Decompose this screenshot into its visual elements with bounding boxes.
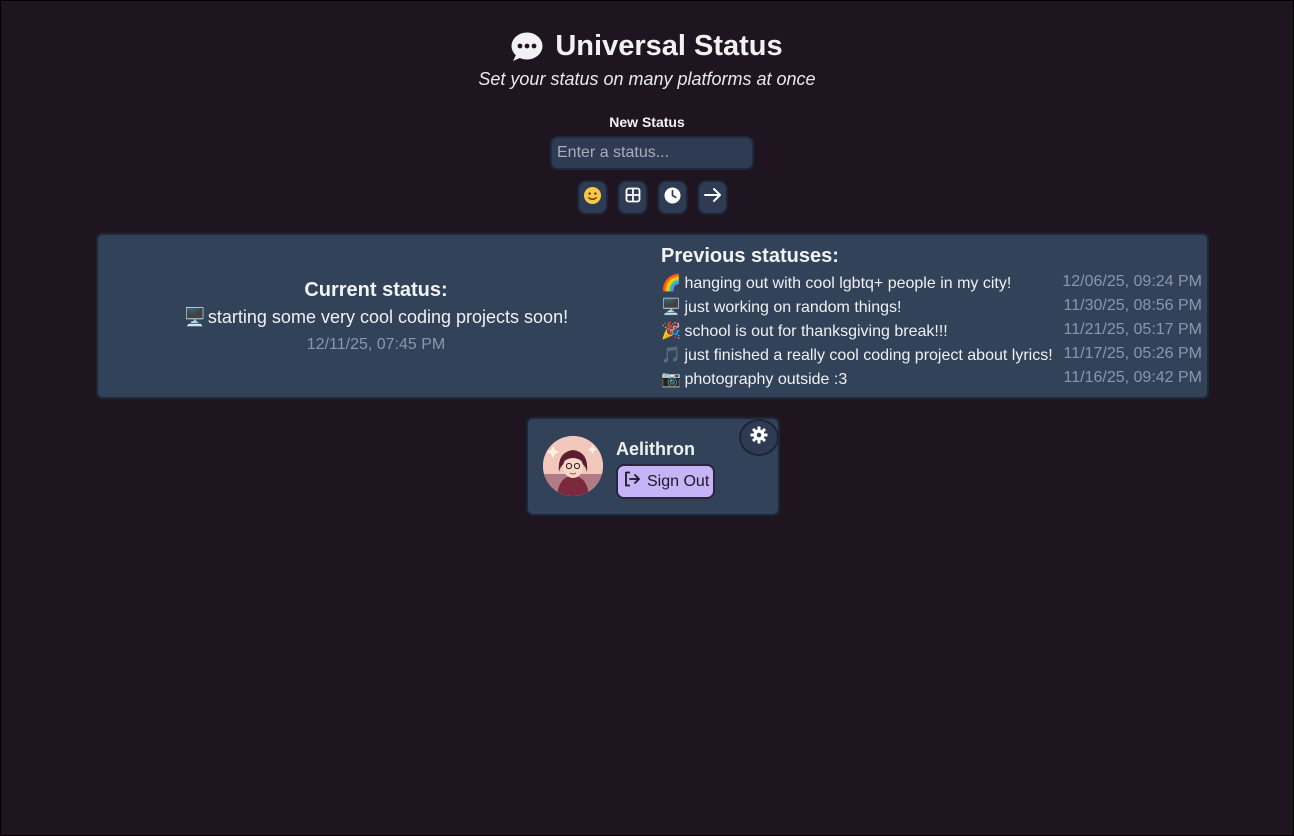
status-input[interactable] <box>550 136 754 170</box>
list-item-time: 11/16/25, 09:42 PM <box>1063 369 1202 386</box>
new-status-section: New Status <box>0 114 1294 130</box>
current-status-heading: Current status: <box>304 279 448 301</box>
list-item-text: just finished a really cool coding proje… <box>684 347 1053 364</box>
previous-statuses-heading: Previous statuses: <box>661 245 839 267</box>
submit-button[interactable] <box>697 180 728 215</box>
current-status-time: 12/11/25, 07:45 PM <box>306 336 446 353</box>
sign-out-button[interactable]: Sign Out <box>616 464 715 499</box>
list-item-text: photography outside :3 <box>684 371 848 388</box>
list-item-time: 12/06/25, 09:24 PM <box>1062 273 1202 290</box>
sign-out-icon <box>624 471 641 492</box>
profile-card: Aelithron Sign Out <box>526 417 780 516</box>
list-item: 🖥️ just working on random things! 11/30/… <box>661 297 1202 321</box>
list-item-time: 11/17/25, 05:26 PM <box>1063 345 1202 362</box>
party-popper-icon: 🎉 <box>661 323 681 340</box>
list-item: 🌈 hanging out with cool lgbtq+ people in… <box>661 273 1202 297</box>
current-status-message: starting some very cool coding projects … <box>207 307 569 327</box>
grid-icon <box>625 187 641 208</box>
avatar[interactable] <box>543 436 603 496</box>
current-status: Current status: 🖥️ starting some very co… <box>98 235 654 397</box>
settings-button[interactable] <box>739 419 779 456</box>
list-item: 🎉 school is out for thanksgiving break!!… <box>661 321 1202 345</box>
list-item-text: just working on random things! <box>684 299 902 316</box>
current-status-text: 🖥️ starting some very cool coding projec… <box>98 307 654 328</box>
emoji-button[interactable] <box>577 180 608 215</box>
sign-out-label: Sign Out <box>647 472 710 490</box>
list-item-time: 11/21/25, 05:17 PM <box>1063 321 1202 338</box>
clock-icon <box>664 186 681 209</box>
computer-icon: 🖥️ <box>661 299 681 316</box>
page-subtitle: Set your status on many platforms at onc… <box>478 69 816 89</box>
arrow-right-icon <box>703 187 722 208</box>
page-title: Universal Status <box>555 30 783 62</box>
speech-bubble-icon <box>511 32 543 62</box>
clock-button[interactable] <box>657 180 688 215</box>
username: Aelithron <box>616 439 695 459</box>
grid-button[interactable] <box>617 180 648 215</box>
list-item: 📷 photography outside :3 11/16/25, 09:42… <box>661 369 1202 393</box>
gear-icon <box>750 426 768 449</box>
new-status-label: New Status <box>609 114 685 130</box>
list-item-text: school is out for thanksgiving break!!! <box>684 323 948 340</box>
status-panel: Current status: 🖥️ starting some very co… <box>96 233 1209 399</box>
computer-icon: 🖥️ <box>183 307 207 327</box>
list-item: 🎵 just finished a really cool coding pro… <box>661 345 1202 369</box>
camera-icon: 📷 <box>661 371 681 388</box>
header: Universal Status Set your status on many… <box>0 30 1294 90</box>
list-item-time: 11/30/25, 08:56 PM <box>1063 297 1202 314</box>
music-note-icon: 🎵 <box>661 347 681 364</box>
list-item-text: hanging out with cool lgbtq+ people in m… <box>684 275 1012 292</box>
emoji-icon <box>583 186 602 210</box>
rainbow-icon: 🌈 <box>661 275 681 292</box>
